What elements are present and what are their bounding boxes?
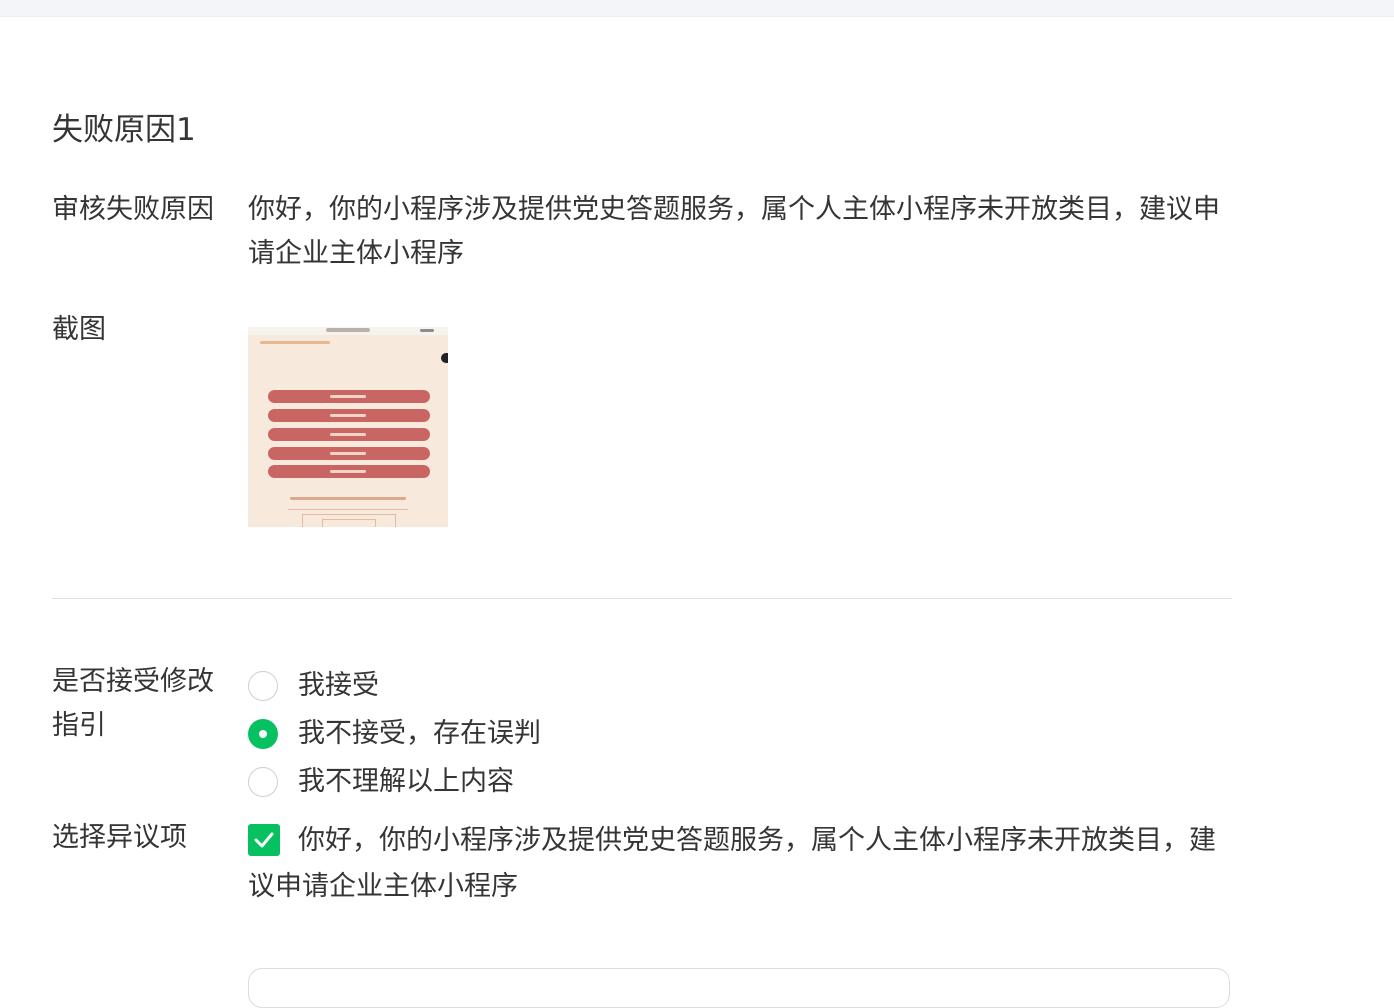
- reason-label: 审核失败原因: [52, 194, 214, 225]
- radio-option-accept[interactable]: 我接受: [248, 666, 379, 706]
- radio-button-selected[interactable]: [248, 719, 278, 749]
- radio-button[interactable]: [248, 671, 278, 701]
- objection-checkbox[interactable]: [248, 824, 280, 856]
- radio-option-not-accept[interactable]: 我不接受，存在误判: [248, 714, 541, 754]
- radio-label: 我接受: [298, 670, 379, 701]
- radio-button[interactable]: [248, 767, 278, 797]
- thumbnail-menu-icon: [441, 353, 448, 363]
- objection-label: 选择异议项: [52, 822, 187, 853]
- thumbnail-subtitle: [260, 341, 330, 344]
- thumbnail-button: [268, 390, 430, 403]
- checkmark-icon: [254, 832, 274, 848]
- screenshot-thumbnail[interactable]: [248, 327, 448, 527]
- section-divider: [52, 598, 1232, 599]
- radio-option-not-understand[interactable]: 我不理解以上内容: [248, 762, 514, 802]
- radio-label: 我不接受，存在误判: [298, 718, 541, 749]
- reason-text: 你好，你的小程序涉及提供党史答题服务，属个人主体小程序未开放类目，建议申请企业主…: [248, 194, 1220, 269]
- thumbnail-title: [326, 328, 370, 332]
- accept-guidance-label: 是否接受修改指引: [52, 666, 214, 741]
- section-title: 失败原因1: [52, 112, 196, 148]
- thumbnail-gate-illustration: [288, 509, 408, 527]
- top-bar: [0, 0, 1394, 17]
- thumbnail-footer-text: [290, 497, 406, 500]
- thumbnail-button: [268, 447, 430, 460]
- radio-label: 我不理解以上内容: [298, 766, 514, 797]
- thumbnail-button: [268, 409, 430, 422]
- objection-reason-textarea[interactable]: [248, 968, 1230, 1008]
- objection-item-text: 你好，你的小程序涉及提供党史答题服务，属个人主体小程序未开放类目，建议申请企业主…: [248, 825, 1216, 902]
- thumbnail-button: [268, 465, 430, 478]
- thumbnail-status-icons: [420, 329, 434, 332]
- thumbnail-button: [268, 428, 430, 441]
- screenshot-label: 截图: [52, 314, 106, 345]
